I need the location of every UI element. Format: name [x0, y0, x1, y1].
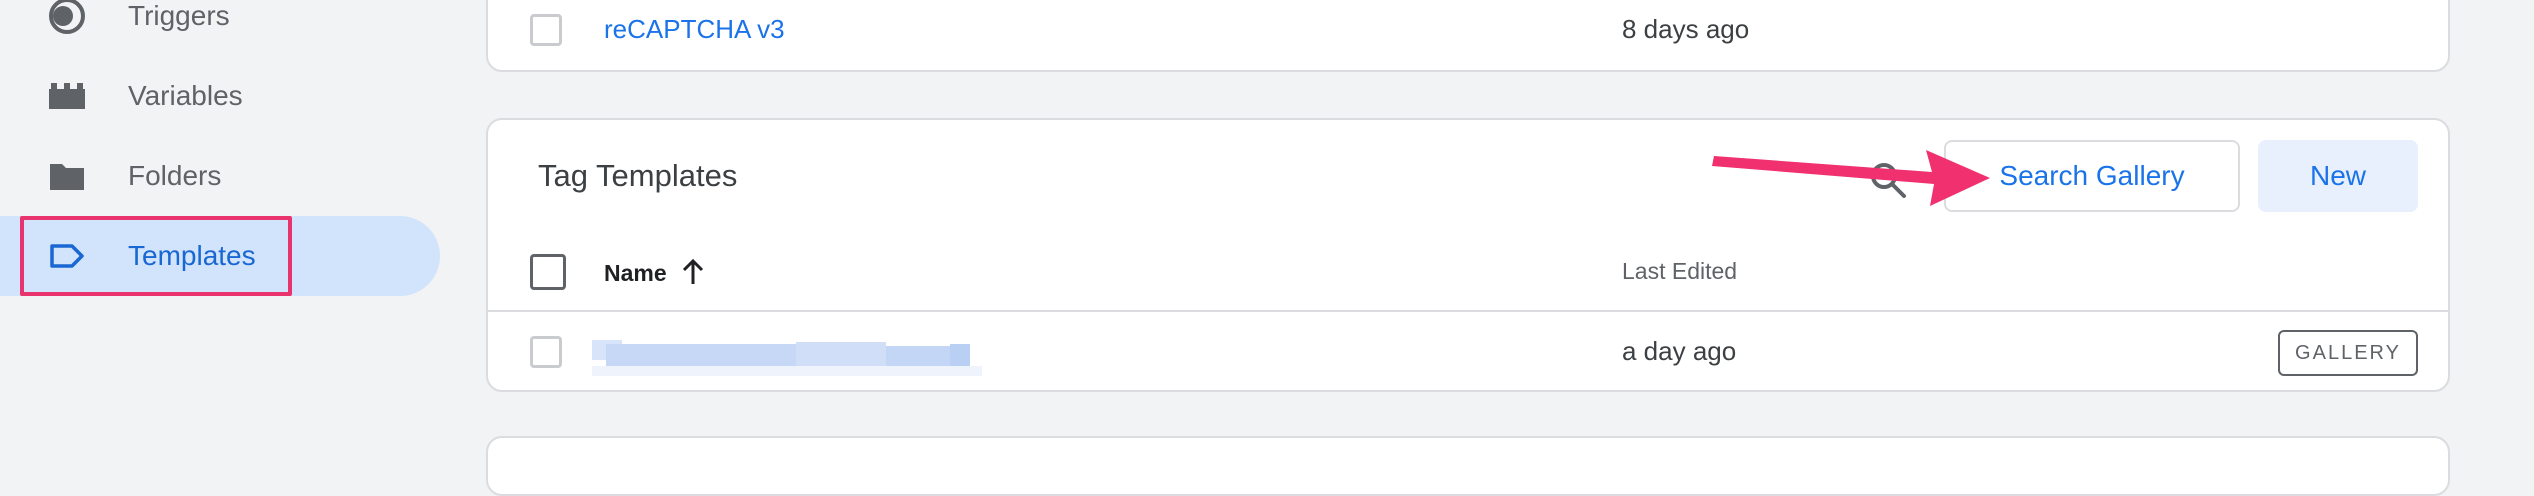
annotation-arrow-icon — [1712, 150, 1990, 206]
